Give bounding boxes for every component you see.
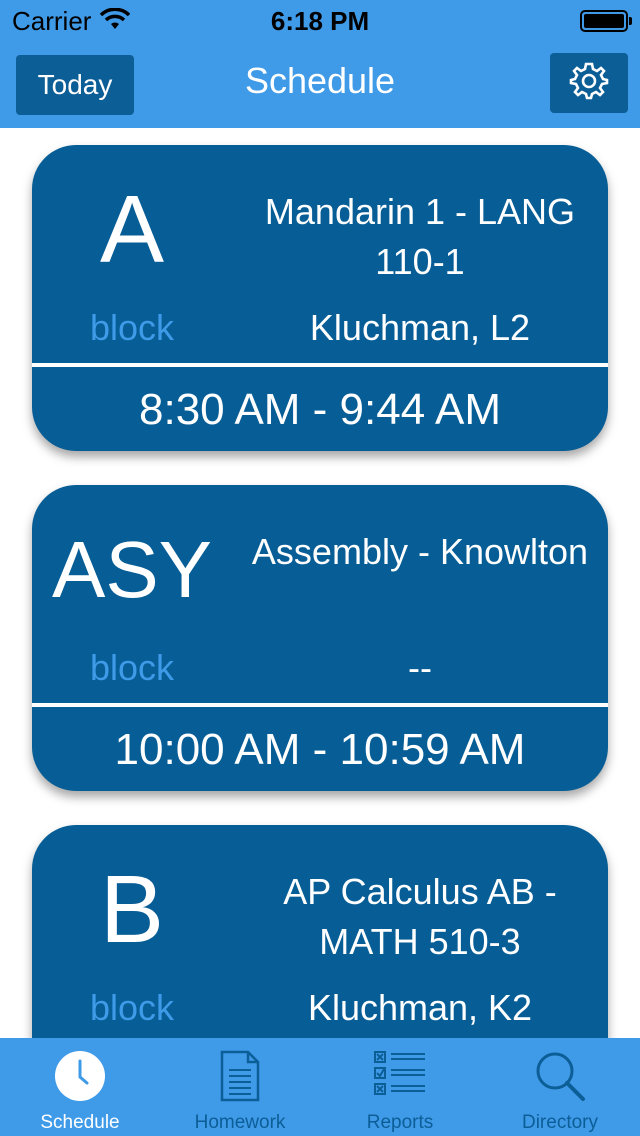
tab-reports[interactable]: Reports [320, 1038, 480, 1136]
block-label: block [89, 987, 175, 1028]
schedule-card[interactable]: ASY block Assembly - Knowlton -- 10:00 A… [32, 485, 608, 791]
block-label: block [89, 307, 175, 348]
tab-schedule[interactable]: Schedule [0, 1038, 160, 1136]
status-bar: Carrier 6:18 PM [0, 0, 640, 40]
course-name: Mandarin 1 - LANG 110-1 [264, 191, 576, 282]
tab-label: Reports [366, 1112, 434, 1133]
document-icon [220, 1050, 260, 1107]
tab-bar: Schedule Homework Reports Directory [0, 1038, 640, 1136]
course-name: Assembly - Knowlton [251, 531, 589, 572]
page-title: Schedule [244, 60, 396, 101]
time-range: 8:30 AM - 9:44 AM [139, 385, 501, 434]
tab-label: Directory [521, 1112, 598, 1133]
tab-label: Schedule [40, 1112, 120, 1133]
battery-icon [580, 10, 632, 32]
course-name: AP Calculus AB - MATH 510-3 [283, 871, 557, 962]
block-label: block [89, 647, 175, 688]
block-letter: B [99, 856, 165, 963]
tab-label: Homework [194, 1112, 286, 1133]
schedule-card[interactable]: B block AP Calculus AB - MATH 510-3 Kluc… [32, 825, 608, 1038]
teacher-room: Kluchman, L2 [309, 307, 531, 348]
settings-button[interactable] [550, 53, 628, 113]
status-time: 6:18 PM [270, 6, 370, 36]
tab-homework[interactable]: Homework [160, 1038, 320, 1136]
schedule-card[interactable]: A block Mandarin 1 - LANG 110-1 Kluchman… [32, 145, 608, 451]
gear-icon [569, 61, 609, 106]
teacher-room: Kluchman, K2 [307, 987, 533, 1028]
checklist-icon [373, 1050, 427, 1101]
card-divider [32, 363, 608, 367]
navigation-bar: Today Schedule [0, 40, 640, 128]
search-icon [534, 1050, 586, 1107]
card-divider [32, 703, 608, 707]
time-range: 10:00 AM - 10:59 AM [114, 725, 526, 774]
block-letter: A [99, 176, 165, 283]
teacher-room: -- [408, 647, 432, 688]
clock-icon [54, 1050, 106, 1107]
tab-directory[interactable]: Directory [480, 1038, 640, 1136]
block-letter: ASY [51, 525, 213, 614]
schedule-list[interactable]: A block Mandarin 1 - LANG 110-1 Kluchman… [0, 128, 640, 1038]
